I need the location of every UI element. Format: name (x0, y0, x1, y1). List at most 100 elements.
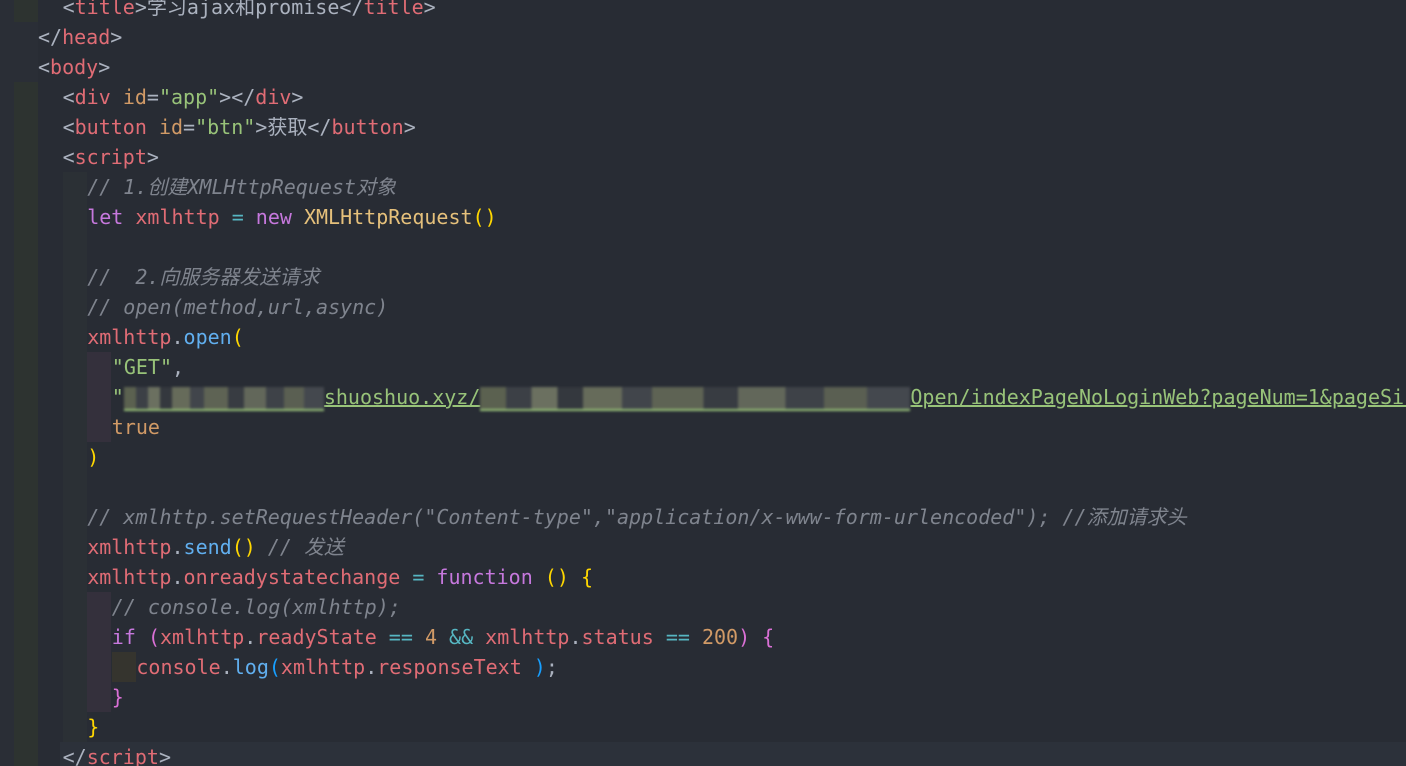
code-token: . (365, 655, 378, 679)
code-token: new (255, 205, 292, 229)
code-token: ) (87, 445, 100, 469)
code-line[interactable]: <body> (38, 52, 110, 82)
code-line[interactable]: ) (87, 442, 99, 472)
code-token: id (158, 115, 184, 139)
code-line[interactable]: <button id="btn">获取</button> (63, 112, 416, 142)
code-token: console (136, 655, 221, 679)
code-token: "btn" (195, 115, 256, 139)
code-token: () (544, 565, 569, 589)
code-token: = (183, 115, 196, 139)
code-line[interactable]: // 2.向服务器发送请求 (87, 262, 319, 292)
code-token: . (569, 625, 582, 649)
code-line[interactable]: "GET", (112, 352, 184, 382)
code-token: xmlhttp (485, 625, 570, 649)
code-token: ) (533, 655, 546, 679)
indent-guide (14, 82, 38, 766)
code-token: onreadystatechange (183, 565, 401, 589)
code-token: XMLHttpRequest (303, 205, 473, 229)
code-token: . (171, 565, 184, 589)
code-token: > (403, 115, 416, 139)
code-token: > (423, 0, 436, 19)
current-line-highlight (60, 742, 1406, 766)
code-line[interactable]: console.log(xmlhttp.responseText ); (136, 652, 558, 682)
code-line[interactable]: xmlhttp.send() // 发送 (87, 532, 344, 562)
code-token: // 发送 (267, 535, 344, 559)
code-token: == (388, 625, 413, 649)
code-token: "GET" (111, 355, 173, 379)
code-token: </ (307, 115, 332, 139)
code-token: == (665, 625, 690, 649)
code-token: = (412, 565, 425, 589)
code-line[interactable]: <title>学习ajax和promise</title> (63, 0, 436, 22)
code-token: < (62, 145, 75, 169)
code-token: button (74, 115, 147, 139)
code-line[interactable]: // open(method,url,async) (87, 292, 388, 322)
code-token: ( (268, 655, 281, 679)
code-token: { (580, 565, 593, 589)
code-token: id (122, 85, 147, 109)
code-token: < (62, 85, 75, 109)
code-line[interactable]: if (xmlhttp.readyState == 4 && xmlhttp.s… (112, 622, 774, 652)
code-token: script (74, 145, 147, 169)
code-line[interactable]: <script> (63, 142, 159, 172)
code-token: } (87, 715, 100, 739)
code-line[interactable]: } (112, 682, 124, 712)
code-token: . (244, 625, 257, 649)
code-token: // 2.向服务器发送请求 (87, 265, 320, 289)
code-line[interactable]: " shuoshuo.xyz/Open/indexPageNoLoginWeb?p… (112, 382, 1406, 412)
code-token: > (98, 55, 111, 79)
code-token: title (74, 0, 135, 19)
code-token: < (62, 115, 75, 139)
code-token: . (220, 655, 233, 679)
code-line[interactable]: // console.log(xmlhttp); (112, 592, 401, 622)
code-line[interactable]: xmlhttp.onreadystatechange = function ()… (87, 562, 593, 592)
code-token: > (134, 0, 147, 19)
code-editor[interactable]: <title>学习ajax和promise</title> </head> <bod… (0, 0, 1406, 766)
code-token: title (363, 0, 424, 19)
indent-guide (14, 0, 38, 22)
code-line[interactable]: // xmlhttp.setRequestHeader("Content-typ… (87, 502, 1186, 532)
code-line[interactable]: <div id="app"></div> (63, 82, 304, 112)
code-token: 200 (701, 625, 739, 649)
code-line[interactable]: </head> (38, 22, 122, 52)
code-token: && (449, 625, 474, 649)
code-token: = (146, 85, 159, 109)
code-token: xmlhttp (87, 325, 172, 349)
code-token: . (171, 535, 184, 559)
code-token: responseText (377, 655, 522, 679)
code-token: > (255, 115, 268, 139)
code-token: 4 (424, 625, 437, 649)
code-line[interactable]: true (112, 412, 160, 442)
code-token: div (74, 85, 111, 109)
code-line[interactable]: let xmlhttp = new XMLHttpRequest() (87, 202, 496, 232)
code-token: readyState (256, 625, 377, 649)
code-token: . (171, 325, 184, 349)
code-token: </ (38, 25, 63, 49)
code-token: "app" (158, 85, 220, 109)
code-token: " (111, 385, 124, 409)
code-line[interactable]: // 1.创建XMLHttpRequest对象 (87, 172, 396, 202)
code-token: xmlhttp (87, 565, 172, 589)
code-line[interactable]: xmlhttp.open( (87, 322, 244, 352)
code-line[interactable]: } (87, 712, 99, 742)
indent-guide (87, 352, 112, 442)
code-token: { (762, 625, 775, 649)
code-token: status (581, 625, 654, 649)
redacted-url-segment (123, 386, 324, 411)
indent-guide (62, 172, 87, 742)
code-token: () (231, 535, 256, 559)
code-token: send (183, 535, 232, 559)
code-line[interactable]: </script> (63, 742, 171, 766)
code-token: // 1.创建XMLHttpRequest对象 (87, 175, 396, 199)
